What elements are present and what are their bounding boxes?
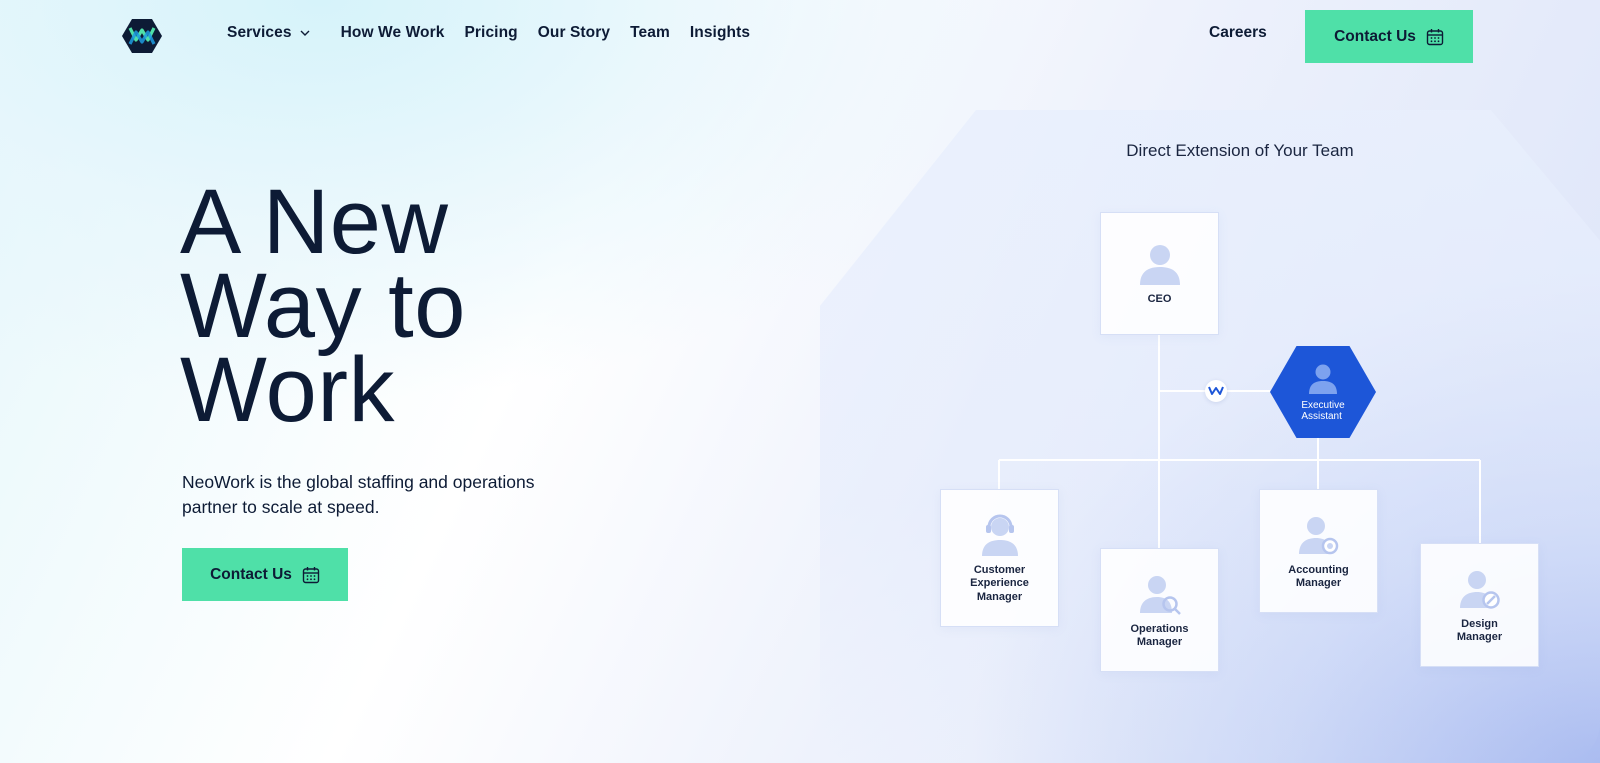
acc-label-line-2: Manager (1295, 577, 1342, 589)
hero-title: A New Way to Work (180, 171, 580, 441)
nav-services-label: Services (227, 24, 292, 41)
cx-label-line-2: Experience (970, 577, 1029, 590)
nav-how-we-work[interactable]: How We Work (341, 24, 445, 42)
nav-our-story[interactable]: Our Story (538, 24, 610, 42)
contact-us-label: Contact Us (1334, 27, 1416, 45)
top-navigation: Services How We Work Pricing Our Story T… (0, 0, 1600, 70)
assistant-label-line-1: Executive (1301, 399, 1345, 411)
hero-contact-us-label: Contact Us (210, 565, 292, 583)
nav-team-label: Team (630, 24, 670, 41)
hero-title-line-3: Work (180, 339, 395, 441)
person-coin-icon (1298, 516, 1338, 554)
ops-label-line-1: Operations (1130, 622, 1189, 635)
acc-label-line-1: Accounting (1288, 563, 1349, 576)
org-chart-title: Direct Extension of Your Team (1126, 141, 1354, 160)
assistant-label-line-2: Assistant (1301, 411, 1342, 422)
org-card-ops-label: Operations Manager (1130, 623, 1188, 650)
org-card-acc-label: Accounting Manager (1288, 564, 1349, 591)
ops-label-line-2: Manager (1136, 636, 1183, 648)
org-card-customer-experience-manager: Customer Experience Manager (940, 489, 1059, 627)
person-search-icon (1139, 575, 1181, 615)
org-card-ceo-label: CEO (1147, 292, 1172, 305)
nav-how-we-work-label: How We Work (340, 24, 445, 41)
des-label-line-2: Manager (1456, 631, 1503, 643)
org-card-des-label: Design Manager (1457, 618, 1502, 645)
cx-label-line-1: Customer (973, 563, 1026, 576)
hero-title-line-2: Way to (180, 255, 466, 357)
hero-title-line-1: A New (180, 171, 449, 273)
hero-subtitle: NeoWork is the global staffing and opera… (182, 472, 535, 517)
person-icon (1139, 244, 1180, 285)
chevron-down-icon (300, 30, 310, 36)
neowork-logo-icon[interactable] (122, 18, 162, 54)
org-card-accounting-manager: Accounting Manager (1259, 489, 1378, 613)
calendar-icon (1426, 28, 1444, 45)
neowork-badge-icon (1205, 380, 1227, 402)
calendar-icon (302, 566, 320, 583)
nav-team[interactable]: Team (630, 24, 670, 42)
nav-pricing[interactable]: Pricing (464, 24, 517, 42)
des-label-line-1: Design (1461, 617, 1498, 630)
contact-us-button[interactable]: Contact Us (1305, 10, 1473, 63)
nav-our-story-label: Our Story (537, 24, 611, 41)
nav-links: Services How We Work Pricing Our Story T… (227, 24, 770, 42)
cx-label-line-3: Manager (976, 590, 1023, 603)
org-card-operations-manager: Operations Manager (1100, 548, 1219, 672)
org-card-cx-label: Customer Experience Manager (970, 564, 1029, 605)
neowork-mini-logo-icon (1208, 386, 1224, 395)
nav-insights-label: Insights (689, 24, 751, 41)
person-icon (1309, 364, 1337, 394)
hero-contact-us-button[interactable]: Contact Us (182, 548, 348, 601)
org-card-executive-assistant-label: Executive Assistant (1301, 400, 1344, 423)
headset-person-icon (981, 514, 1018, 556)
org-card-ceo: CEO (1100, 212, 1219, 335)
nav-insights[interactable]: Insights (690, 24, 750, 42)
person-pen-icon (1459, 570, 1500, 609)
nav-pricing-label: Pricing (464, 24, 518, 41)
nav-careers[interactable]: Careers (1209, 24, 1267, 42)
nav-services[interactable]: Services (227, 24, 311, 42)
org-card-design-manager: Design Manager (1420, 543, 1539, 667)
